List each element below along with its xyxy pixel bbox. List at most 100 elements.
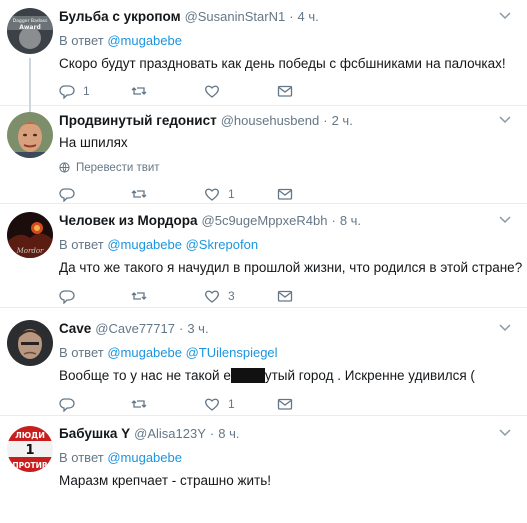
direct-message-button[interactable]: [277, 185, 293, 203]
avatar-image: Mordor: [7, 212, 53, 258]
timestamp[interactable]: 2 ч.: [332, 113, 353, 128]
like-count: 3: [228, 289, 235, 303]
like-icon: [205, 290, 219, 303]
retweet-icon: [131, 87, 147, 95]
separator-dot: ·: [178, 321, 184, 336]
reply-icon: [59, 85, 75, 99]
reply-prefix: В ответ: [59, 345, 104, 360]
envelope-icon: [277, 398, 293, 410]
tweet-text: Скоро будут праздновать как день победы …: [59, 56, 506, 71]
author-name[interactable]: Продвинутый гедонист: [59, 113, 217, 128]
reply-button[interactable]: [59, 287, 83, 305]
reply-to-handle[interactable]: @mugabebe: [107, 33, 182, 48]
redaction-block: [230, 368, 265, 383]
retweet-button[interactable]: [131, 287, 155, 305]
like-button[interactable]: 1: [204, 185, 235, 203]
avatar-label: 1: [25, 443, 34, 458]
tweet-text-part: Вообще то у нас не такой е: [59, 368, 231, 383]
author-name[interactable]: Cave: [59, 321, 91, 336]
retweet-icon: [131, 400, 147, 408]
direct-message-button[interactable]: [277, 395, 293, 413]
tweet-text: На шпилях: [59, 135, 128, 150]
avatar-label: Mordor: [16, 247, 44, 255]
timestamp[interactable]: 8 ч.: [340, 213, 361, 228]
reply-icon: [59, 290, 75, 304]
thread-line: [29, 58, 31, 106]
avatar[interactable]: ЛЮДИ 1 ПРОТИВ: [7, 426, 53, 472]
like-count: 1: [228, 397, 235, 411]
avatar-image: ЛЮДИ 1 ПРОТИВ: [7, 426, 53, 472]
author-handle[interactable]: @househusbend: [221, 113, 320, 128]
author-name[interactable]: Бабушка Y: [59, 426, 130, 441]
retweet-icon: [131, 292, 147, 300]
chevron-down-icon[interactable]: [497, 113, 513, 127]
chevron-down-icon[interactable]: [497, 426, 513, 440]
like-icon: [205, 85, 219, 98]
retweet-button[interactable]: [131, 395, 155, 413]
reply-icon: [59, 188, 75, 202]
direct-message-button[interactable]: [277, 287, 293, 305]
tweet-text: Маразм крепчает - страшно жить!: [59, 473, 272, 488]
translate-label: Перевести твит: [76, 161, 160, 174]
timestamp[interactable]: 8 ч.: [218, 426, 239, 441]
author-name[interactable]: Бульба с укропом: [59, 9, 181, 24]
globe-icon: [59, 162, 70, 173]
tweet[interactable]: Cave @Cave77717 · 3 ч. В ответ @mugabebe…: [0, 308, 527, 416]
direct-message-button[interactable]: [277, 82, 293, 100]
chevron-down-icon[interactable]: [497, 9, 513, 23]
reply-prefix: В ответ: [59, 237, 104, 252]
translate-link[interactable]: Перевести твит: [59, 160, 517, 175]
author-handle[interactable]: @SusaninStarN1: [185, 9, 286, 24]
reply-button[interactable]: [59, 395, 83, 413]
tweet[interactable]: Dagger Badass Award Бульба с укропом @Su…: [0, 0, 527, 106]
like-icon: [205, 188, 219, 201]
tweet[interactable]: Продвинутый гедонист @househusbend · 2 ч…: [0, 106, 527, 204]
like-button[interactable]: 1: [204, 395, 235, 413]
chevron-down-icon[interactable]: [497, 213, 513, 227]
author-name[interactable]: Человек из Мордора: [59, 213, 198, 228]
like-button[interactable]: [204, 82, 228, 100]
tweet[interactable]: ЛЮДИ 1 ПРОТИВ Бабушка Y @Alisa123Y · 8 ч…: [0, 416, 527, 523]
avatar[interactable]: [7, 320, 53, 366]
reply-to-line: В ответ @mugabebe: [59, 450, 517, 467]
chevron-down-icon[interactable]: [497, 321, 513, 335]
reply-count: 1: [83, 84, 90, 98]
like-button[interactable]: 3: [204, 287, 235, 305]
separator-dot: ·: [209, 426, 215, 441]
envelope-icon: [277, 85, 293, 97]
tweet-text: Вообще то у нас не такой е утый город . И…: [59, 368, 517, 386]
separator-dot: ·: [323, 113, 328, 128]
reply-to-handle[interactable]: @Skrepofon: [186, 237, 258, 252]
reply-to-handle[interactable]: @TUilenspiegel: [186, 345, 278, 360]
avatar[interactable]: Mordor: [7, 212, 53, 258]
avatar[interactable]: [7, 112, 53, 158]
timestamp[interactable]: 3 ч.: [187, 321, 208, 336]
reply-icon: [59, 398, 75, 412]
author-handle[interactable]: @Cave77717: [95, 321, 175, 336]
reply-button[interactable]: [59, 185, 83, 203]
author-handle[interactable]: @5c9ugeMppxeR4bh: [202, 213, 328, 228]
author-handle[interactable]: @Alisa123Y: [134, 426, 206, 441]
retweet-button[interactable]: [131, 185, 155, 203]
avatar-label: ПРОТИВ: [12, 461, 48, 470]
like-icon: [205, 398, 219, 411]
reply-to-handle[interactable]: @mugabebe: [107, 450, 182, 465]
envelope-icon: [277, 188, 293, 200]
reply-prefix: В ответ: [59, 450, 104, 465]
retweet-button[interactable]: [131, 82, 155, 100]
reply-button[interactable]: 1: [59, 82, 90, 100]
avatar[interactable]: Dagger Badass Award: [7, 8, 53, 54]
reply-to-line: В ответ @mugabebe: [59, 33, 517, 50]
timestamp[interactable]: 4 ч.: [298, 9, 319, 24]
tweet-text-part: утый город . Искренне удивился (: [264, 368, 475, 383]
avatar-label: Award: [19, 24, 41, 31]
tweet[interactable]: Mordor Человек из Мордора @5c9ugeMppxeR4…: [0, 204, 527, 308]
tweet-feed: Dagger Badass Award Бульба с укропом @Su…: [0, 0, 527, 523]
reply-to-line: В ответ @mugabebe @Skrepofon: [59, 237, 517, 254]
reply-to-handle[interactable]: @mugabebe: [107, 237, 182, 252]
tweet-text: Да что же такого я начудил в прошлой жиз…: [59, 260, 523, 275]
avatar-label: ЛЮДИ: [15, 431, 45, 440]
envelope-icon: [277, 290, 293, 302]
retweet-icon: [131, 190, 147, 198]
reply-to-handle[interactable]: @mugabebe: [107, 345, 182, 360]
